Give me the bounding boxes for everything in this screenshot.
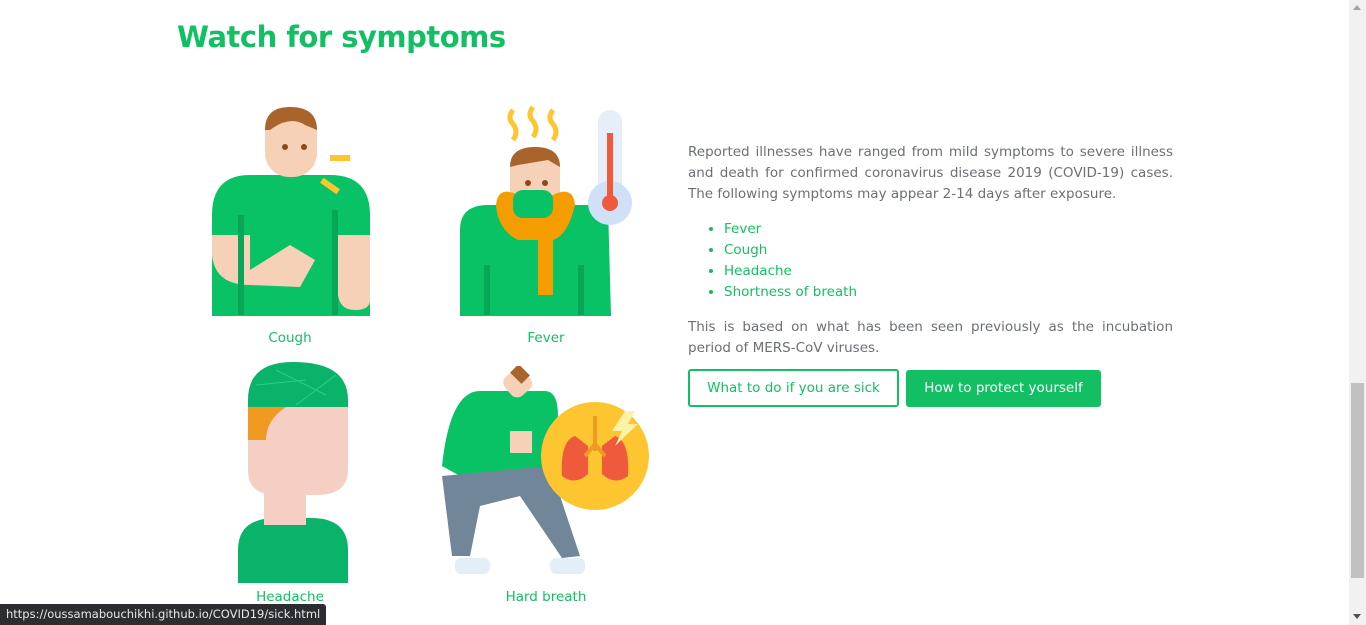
list-item: Shortness of breath	[724, 282, 1173, 303]
symptom-list: Fever Cough Headache Shortness of breath	[688, 219, 1173, 303]
list-item: Headache	[724, 261, 1173, 282]
page-title: Watch for symptoms	[177, 20, 506, 54]
symptom-label-fever: Fever	[527, 330, 565, 346]
scroll-up-arrow-icon[interactable]	[1353, 5, 1361, 10]
what-to-do-if-sick-button[interactable]: What to do if you are sick	[688, 369, 899, 407]
symptom-label-hard-breath: Hard breath	[505, 589, 587, 605]
list-item: Fever	[724, 219, 1173, 240]
symptom-label-headache: Headache	[256, 589, 324, 605]
list-item: Cough	[724, 240, 1173, 261]
symptoms-info: Reported illnesses have ranged from mild…	[688, 142, 1173, 407]
scroll-down-arrow-icon[interactable]	[1353, 614, 1361, 619]
status-bar-url: https://oussamabouchikhi.github.io/COVID…	[0, 604, 327, 625]
scrollbar-thumb[interactable]	[1351, 383, 1364, 578]
note-text: This is based on what has been seen prev…	[688, 319, 1173, 356]
symptom-label-cough: Cough	[268, 330, 312, 346]
how-to-protect-button[interactable]: How to protect yourself	[906, 370, 1101, 407]
hard-breath-illustration	[442, 366, 649, 574]
intro-text: Reported illnesses have ranged from mild…	[688, 144, 1173, 202]
fever-illustration	[460, 105, 632, 316]
headache-illustration	[238, 362, 348, 583]
scrollbar[interactable]	[1349, 0, 1366, 625]
cough-illustration	[212, 107, 370, 316]
